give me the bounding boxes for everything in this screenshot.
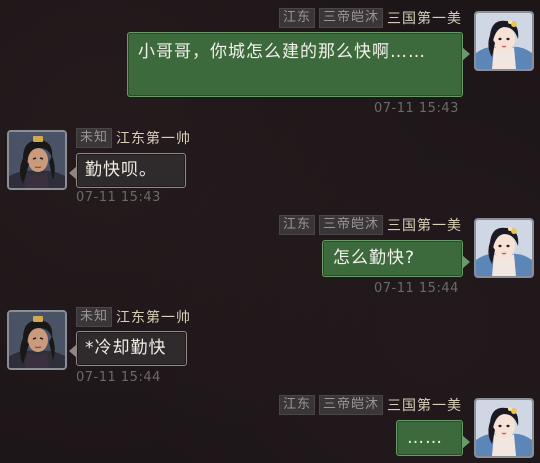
message-3-sender-row: 江东 三帝皑沐 三国第一美 bbox=[278, 215, 462, 235]
alliance-tag: 江东 bbox=[278, 215, 315, 235]
chat-window: 江东 三帝皑沐 三国第一美 小哥哥，你城怎么建的那么快啊…… 07-11 15:… bbox=[0, 0, 540, 463]
sender-name: 三国第一美 bbox=[387, 218, 462, 234]
female-portrait-avatar[interactable] bbox=[474, 398, 534, 458]
message-4-bubble[interactable]: *冷却勤快 bbox=[69, 331, 187, 366]
message-1-bubble[interactable]: 小哥哥，你城怎么建的那么快啊…… bbox=[127, 32, 470, 97]
female-portrait-avatar[interactable] bbox=[474, 218, 534, 278]
message-1-timestamp: 07-11 15:43 bbox=[374, 101, 459, 116]
unknown-tag: 未知 bbox=[76, 307, 113, 327]
sender-name: 三国第一美 bbox=[387, 11, 462, 27]
sender-name: 江东第一帅 bbox=[116, 131, 192, 147]
female-portrait-avatar[interactable] bbox=[474, 11, 534, 71]
title-tag: 三帝皑沐 bbox=[318, 395, 383, 415]
male-portrait-avatar[interactable] bbox=[7, 130, 67, 190]
title-tag: 三帝皑沐 bbox=[318, 8, 383, 28]
message-2-sender-row: 未知 江东第一帅 bbox=[76, 128, 191, 148]
title-tag: 三帝皑沐 bbox=[318, 215, 383, 235]
message-2-bubble[interactable]: 勤快呗。 bbox=[69, 153, 186, 188]
alliance-tag: 江东 bbox=[278, 8, 315, 28]
alliance-tag: 江东 bbox=[278, 395, 315, 415]
message-5-bubble[interactable]: …… bbox=[396, 420, 470, 456]
message-3-bubble[interactable]: 怎么勤快? bbox=[322, 240, 470, 277]
message-2-timestamp: 07-11 15:43 bbox=[76, 190, 161, 205]
message-4-timestamp: 07-11 15:44 bbox=[76, 370, 161, 385]
message-4-sender-row: 未知 江东第一帅 bbox=[76, 307, 191, 327]
sender-name: 江东第一帅 bbox=[116, 310, 192, 326]
message-1-sender-row: 江东 三帝皑沐 三国第一美 bbox=[278, 8, 462, 28]
male-portrait-avatar[interactable] bbox=[7, 310, 67, 370]
message-5-sender-row: 江东 三帝皑沐 三国第一美 bbox=[278, 395, 462, 415]
unknown-tag: 未知 bbox=[76, 128, 113, 148]
sender-name: 三国第一美 bbox=[387, 398, 462, 414]
message-3-timestamp: 07-11 15:44 bbox=[374, 281, 459, 296]
